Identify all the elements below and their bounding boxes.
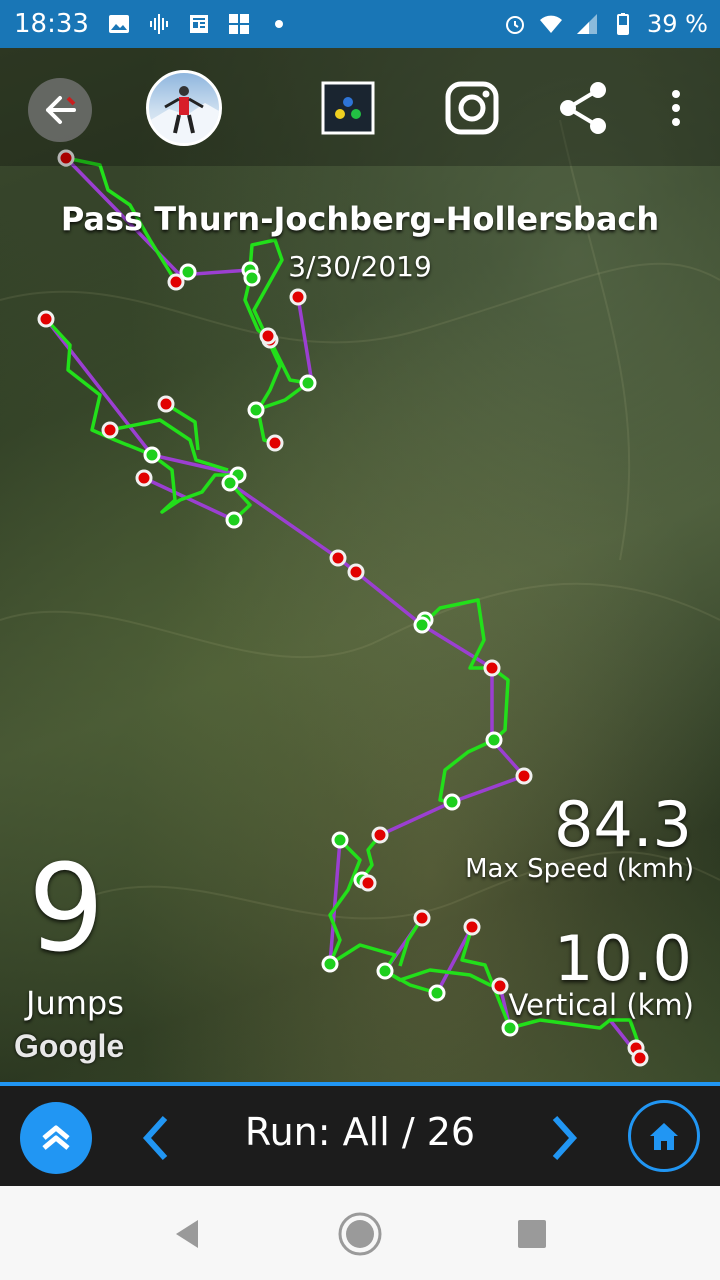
run-start-marker[interactable]: [413, 909, 431, 927]
app-grid-icon: [321, 81, 375, 135]
run-end-marker[interactable]: [143, 446, 161, 464]
chevron-right-icon: [552, 1115, 578, 1161]
run-end-marker[interactable]: [321, 955, 339, 973]
dot-icon: [274, 20, 283, 28]
run-lines: [44, 156, 642, 1049]
status-bar: 18:33 39 %: [0, 0, 720, 48]
instagram-button[interactable]: [442, 78, 502, 138]
skier-photo: [149, 86, 219, 143]
trip-title: Pass Thurn-Jochberg-Hollersbach: [60, 200, 660, 238]
run-end-marker[interactable]: [443, 793, 461, 811]
trip-date: 3/30/2019: [288, 250, 432, 283]
system-recents-button[interactable]: [508, 1210, 556, 1258]
run-start-marker[interactable]: [463, 918, 481, 936]
jumps-value: 9: [28, 840, 105, 979]
share-icon: [560, 82, 606, 134]
back-button[interactable]: [28, 78, 92, 142]
run-end-marker[interactable]: [501, 1019, 519, 1037]
battery-percent: 39 %: [647, 10, 708, 38]
signal-icon: [577, 14, 598, 34]
run-start-marker[interactable]: [631, 1049, 649, 1067]
image-icon: [108, 15, 129, 33]
run-end-marker[interactable]: [225, 511, 243, 529]
avatar[interactable]: [146, 70, 222, 146]
run-end-marker[interactable]: [247, 401, 265, 419]
chevron-left-icon: [142, 1115, 168, 1161]
system-home-button[interactable]: [336, 1210, 384, 1258]
app-grid-button[interactable]: [318, 78, 378, 138]
back-arrow-icon: [46, 96, 76, 124]
previous-run-button[interactable]: [136, 1108, 176, 1168]
run-start-marker[interactable]: [157, 395, 175, 413]
run-start-marker[interactable]: [135, 469, 153, 487]
run-end-marker[interactable]: [221, 474, 239, 492]
run-end-marker[interactable]: [376, 962, 394, 980]
instagram-icon: [445, 81, 499, 135]
run-label: Run: All / 26: [244, 1110, 476, 1154]
run-start-marker[interactable]: [515, 767, 533, 785]
podcast-icon: [149, 14, 168, 34]
map-attribution: Google: [14, 1028, 125, 1064]
lift-lines: [44, 156, 642, 1060]
alarm-icon: [506, 16, 525, 34]
run-end-marker[interactable]: [428, 984, 446, 1002]
home-icon: [650, 1123, 678, 1150]
run-start-marker[interactable]: [491, 977, 509, 995]
jumps-label: Jumps: [26, 984, 124, 1022]
more-vert-icon: [672, 90, 680, 126]
system-navigation-bar: [0, 1186, 720, 1280]
run-start-marker[interactable]: [289, 288, 307, 306]
home-button[interactable]: [628, 1100, 700, 1172]
next-run-button[interactable]: [544, 1108, 584, 1168]
expand-button[interactable]: [20, 1102, 92, 1174]
back-triangle-icon: [176, 1220, 198, 1248]
run-end-marker[interactable]: [413, 616, 431, 634]
run-end-marker[interactable]: [485, 731, 503, 749]
run-start-marker[interactable]: [329, 549, 347, 567]
run-start-marker[interactable]: [37, 310, 55, 328]
run-end-marker[interactable]: [331, 831, 349, 849]
status-time: 18:33: [14, 9, 89, 39]
run-start-marker[interactable]: [266, 434, 284, 452]
vertical-label: Vertical (km): [508, 988, 694, 1022]
run-start-marker[interactable]: [347, 563, 365, 581]
home-circle-icon: [338, 1212, 382, 1256]
photo-collage-icon: [228, 14, 249, 34]
system-back-button[interactable]: [164, 1210, 212, 1258]
max-speed-value: 84.3: [553, 788, 692, 861]
battery-icon: [617, 13, 630, 35]
share-button[interactable]: [554, 78, 614, 138]
run-start-marker[interactable]: [359, 874, 377, 892]
run-end-marker[interactable]: [299, 374, 317, 392]
recents-square-icon: [518, 1220, 546, 1248]
double-chevron-up-icon: [42, 1125, 70, 1150]
more-options-button[interactable]: [648, 78, 704, 138]
vertical-value: 10.0: [553, 922, 692, 995]
run-start-marker[interactable]: [101, 421, 119, 439]
max-speed-label: Max Speed (kmh): [465, 854, 694, 884]
news-icon: [189, 15, 208, 33]
run-start-marker[interactable]: [483, 659, 501, 677]
wifi-icon: [540, 15, 563, 33]
run-start-marker[interactable]: [371, 826, 389, 844]
run-start-marker[interactable]: [259, 327, 277, 345]
run-navigation-bar: Run: All / 26: [0, 1082, 720, 1186]
